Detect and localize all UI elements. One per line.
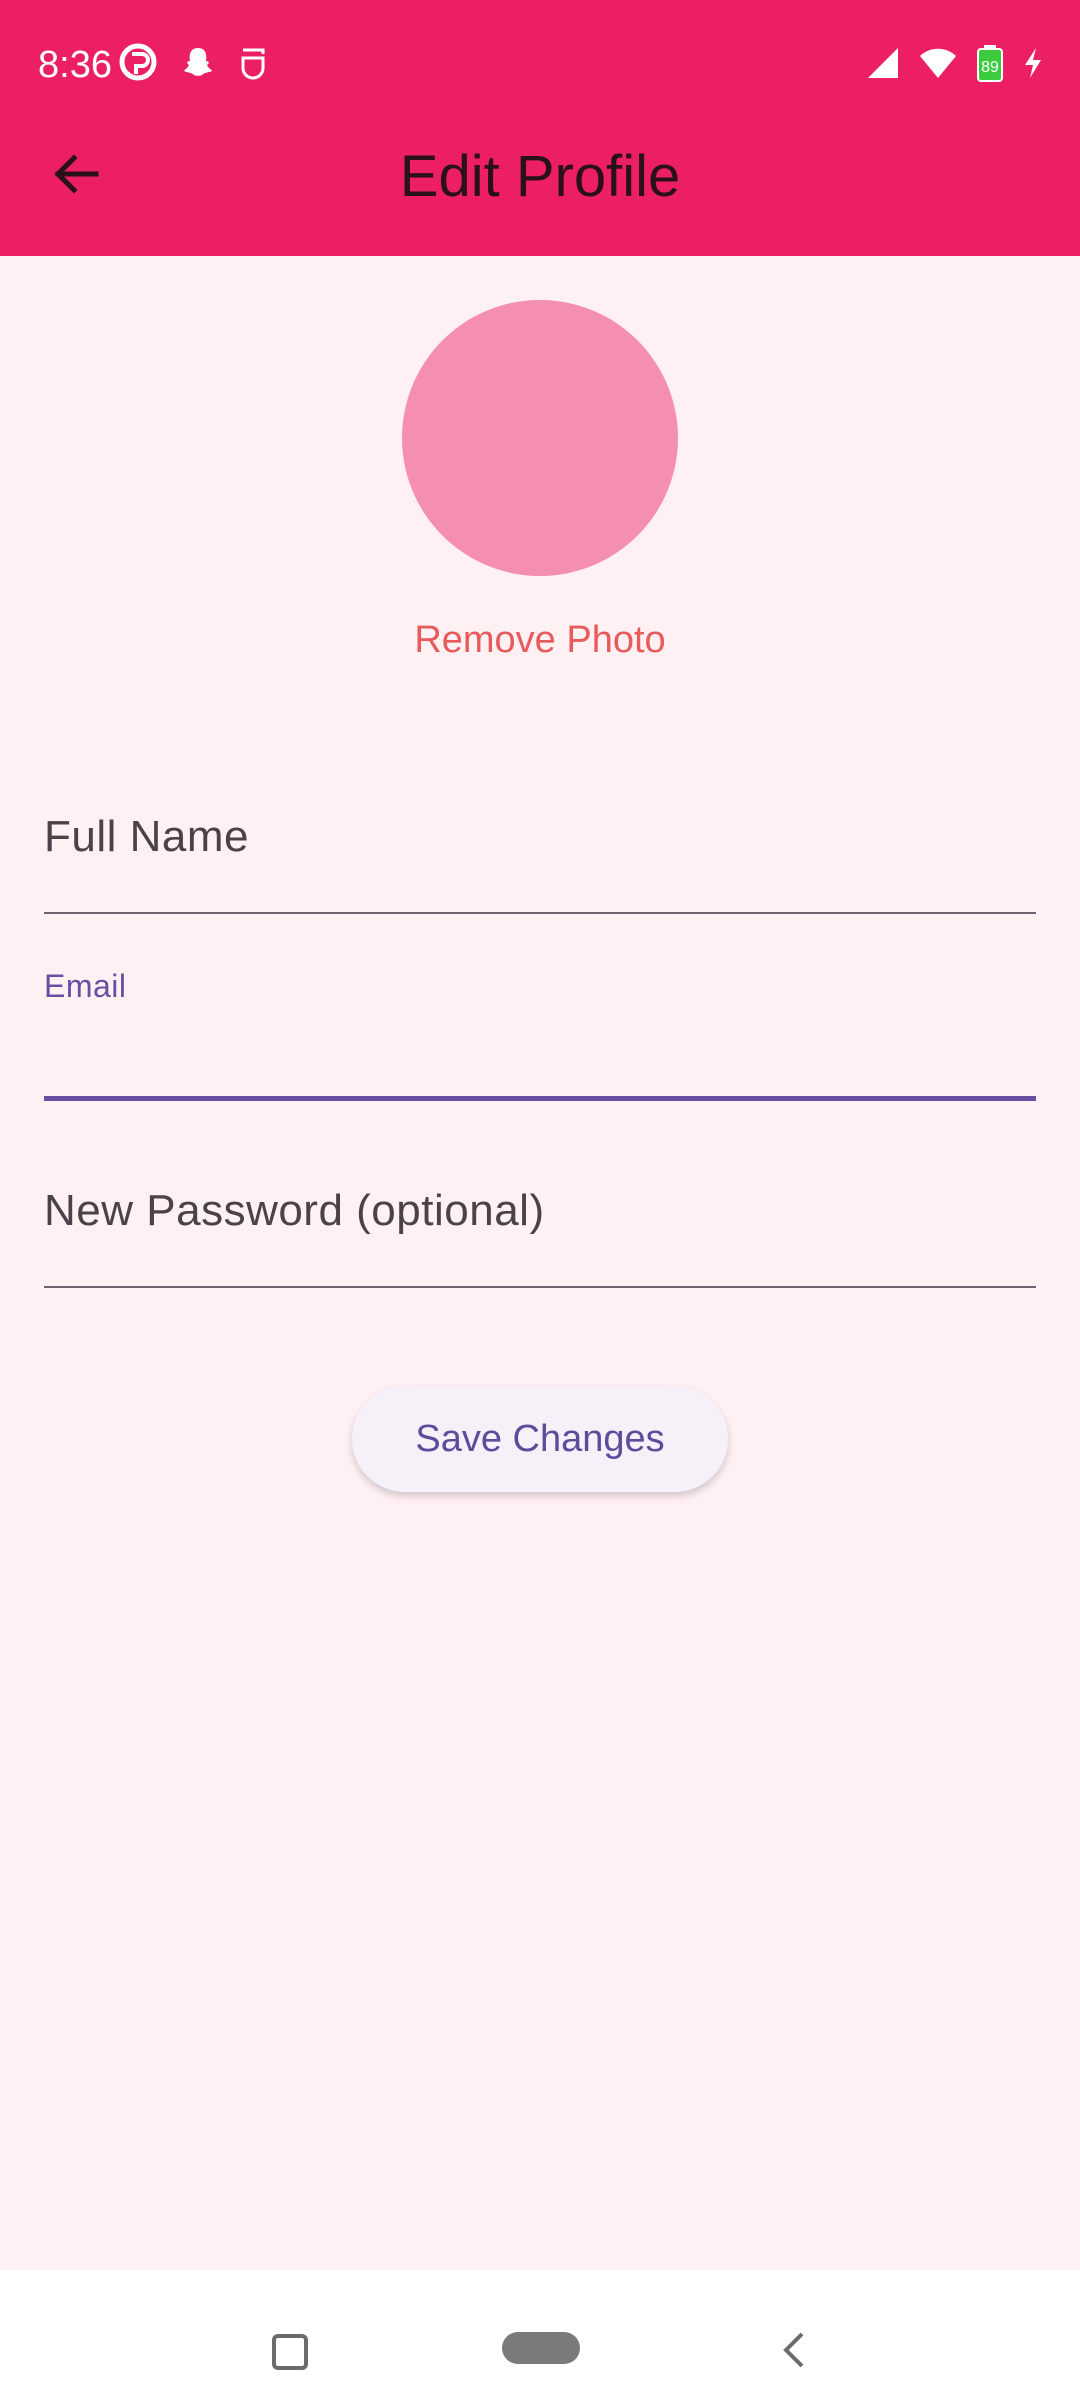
home-button[interactable] [502,2332,580,2364]
new-password-field[interactable]: New Password (optional) [44,1174,1036,1290]
charging-icon [1025,48,1041,78]
save-changes-button[interactable]: Save Changes [352,1386,728,1492]
full-name-field[interactable]: Full Name [44,800,1036,916]
status-notification-icons [118,42,268,82]
profile-avatar[interactable] [402,300,678,576]
full-name-underline [44,912,1036,914]
app-icon [241,48,265,80]
remove-photo-button[interactable]: Remove Photo [0,616,1080,664]
recents-button[interactable] [272,2334,308,2370]
wifi-icon [920,48,956,78]
email-label: Email [44,968,127,1004]
status-time: 8:36 [38,44,112,86]
new-password-underline [44,1286,1036,1288]
snapchat-icon [184,48,212,76]
battery-icon: 89 [977,45,1003,82]
page-title: Edit Profile [399,144,681,209]
full-name-label: Full Name [44,812,249,861]
app-bar: 8:36 89 Edit Profile [0,0,1080,256]
nav-back-icon[interactable] [778,2330,808,2370]
email-underline [44,1096,1036,1101]
status-system-icons: 89 [866,44,1044,82]
new-password-label: New Password (optional) [44,1186,545,1235]
email-field[interactable]: Email [44,962,1036,1102]
svg-text:89: 89 [981,59,999,76]
system-navigation-bar [0,2270,1080,2400]
signal-icon [868,48,898,78]
sync-icon [119,43,157,81]
